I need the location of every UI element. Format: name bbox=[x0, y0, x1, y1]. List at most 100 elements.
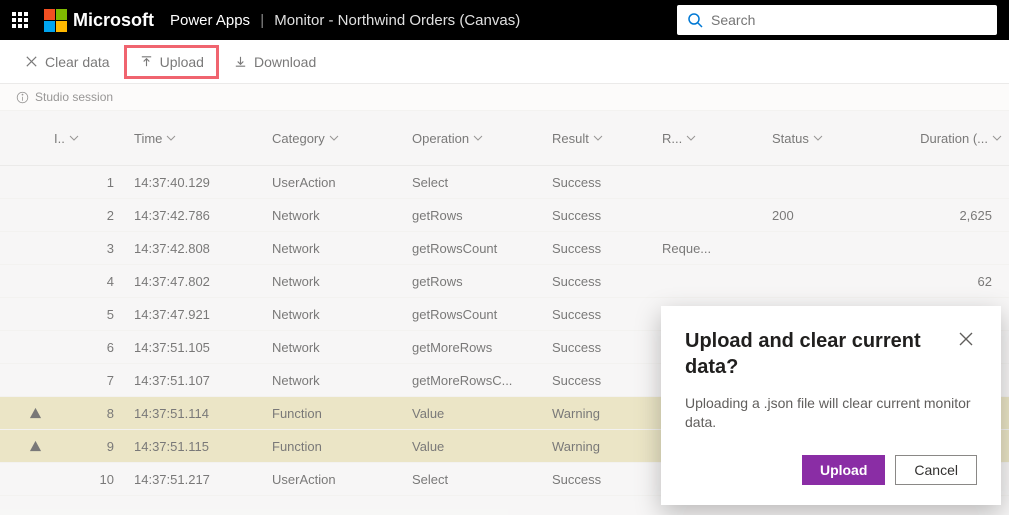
chevron-down-icon bbox=[166, 133, 176, 143]
chevron-down-icon bbox=[813, 133, 823, 143]
col-status[interactable]: Status bbox=[772, 131, 872, 146]
cell-id: 3 bbox=[54, 241, 134, 256]
chevron-down-icon bbox=[473, 133, 483, 143]
cell-result: Success bbox=[552, 472, 662, 487]
cell-category: Network bbox=[272, 208, 412, 223]
session-label: Studio session bbox=[35, 90, 113, 104]
cell-time: 14:37:51.107 bbox=[134, 373, 272, 388]
cell-id: 9 bbox=[54, 439, 134, 454]
cell-duration: 62 bbox=[872, 274, 1002, 289]
warning-icon bbox=[29, 407, 42, 420]
cell-category: Function bbox=[272, 439, 412, 454]
cell-result: Success bbox=[552, 274, 662, 289]
breadcrumb-app[interactable]: Power Apps bbox=[170, 12, 250, 29]
cell-status: 200 bbox=[772, 208, 872, 223]
session-bar: Studio session bbox=[0, 84, 1009, 111]
cell-operation: getRows bbox=[412, 274, 552, 289]
cell-id: 7 bbox=[54, 373, 134, 388]
clear-data-button[interactable]: Clear data bbox=[16, 50, 118, 74]
chevron-down-icon bbox=[593, 133, 603, 143]
download-label: Download bbox=[254, 54, 316, 70]
cell-result: Success bbox=[552, 307, 662, 322]
chevron-down-icon bbox=[69, 133, 79, 143]
col-duration[interactable]: Duration (... bbox=[872, 131, 1002, 146]
breadcrumb-page: Monitor - Northwind Orders (Canvas) bbox=[274, 12, 520, 29]
breadcrumb: Power Apps | Monitor - Northwind Orders … bbox=[170, 12, 520, 29]
cell-operation: getRows bbox=[412, 208, 552, 223]
cell-category: Network bbox=[272, 373, 412, 388]
dialog-close-button[interactable] bbox=[955, 328, 977, 353]
close-icon bbox=[24, 54, 39, 69]
col-time[interactable]: Time bbox=[134, 131, 272, 146]
cell-operation: getMoreRowsC... bbox=[412, 373, 552, 388]
col-id[interactable]: I.. bbox=[54, 131, 134, 146]
download-button[interactable]: Download bbox=[225, 50, 324, 74]
cell-time: 14:37:51.217 bbox=[134, 472, 272, 487]
cell-time: 14:37:47.802 bbox=[134, 274, 272, 289]
cell-time: 14:37:40.129 bbox=[134, 175, 272, 190]
table-row[interactable]: 414:37:47.802NetworkgetRowsSuccess 62 bbox=[0, 265, 1009, 298]
dialog-upload-button[interactable]: Upload bbox=[802, 455, 885, 485]
cell-result: Warning bbox=[552, 439, 662, 454]
chevron-down-icon bbox=[329, 133, 339, 143]
col-r[interactable]: R... bbox=[662, 131, 772, 146]
cell-category: Network bbox=[272, 241, 412, 256]
cell-operation: Select bbox=[412, 472, 552, 487]
brand-text: Microsoft bbox=[73, 10, 154, 31]
cell-operation: getRowsCount bbox=[412, 307, 552, 322]
search-icon bbox=[687, 12, 703, 28]
upload-icon bbox=[139, 54, 154, 69]
col-operation[interactable]: Operation bbox=[412, 131, 552, 146]
cell-category: Function bbox=[272, 406, 412, 421]
col-category[interactable]: Category bbox=[272, 131, 412, 146]
cell-id: 2 bbox=[54, 208, 134, 223]
cell-result: Success bbox=[552, 373, 662, 388]
upload-label: Upload bbox=[160, 54, 204, 70]
table-row[interactable]: 114:37:40.129UserActionSelectSuccess bbox=[0, 166, 1009, 199]
cell-time: 14:37:51.105 bbox=[134, 340, 272, 355]
dialog-cancel-button[interactable]: Cancel bbox=[895, 455, 977, 485]
cell-id: 5 bbox=[54, 307, 134, 322]
chevron-down-icon bbox=[992, 133, 1002, 143]
cell-category: UserAction bbox=[272, 175, 412, 190]
info-icon bbox=[16, 91, 29, 104]
cell-result: Success bbox=[552, 241, 662, 256]
close-icon bbox=[959, 332, 973, 346]
cell-result: Success bbox=[552, 340, 662, 355]
chevron-down-icon bbox=[686, 133, 696, 143]
cell-operation: Value bbox=[412, 439, 552, 454]
upload-highlight: Upload bbox=[124, 45, 219, 79]
cell-result: Success bbox=[552, 208, 662, 223]
cell-category: Network bbox=[272, 274, 412, 289]
cell-id: 4 bbox=[54, 274, 134, 289]
cell-result: Warning bbox=[552, 406, 662, 421]
cell-id: 6 bbox=[54, 340, 134, 355]
table-row[interactable]: 214:37:42.786NetworkgetRowsSuccess2002,6… bbox=[0, 199, 1009, 232]
cell-result: Success bbox=[552, 175, 662, 190]
search-input[interactable] bbox=[711, 12, 987, 28]
cell-operation: Value bbox=[412, 406, 552, 421]
cell-category: Network bbox=[272, 307, 412, 322]
search-box[interactable] bbox=[677, 5, 997, 35]
download-icon bbox=[233, 54, 248, 69]
col-result[interactable]: Result bbox=[552, 131, 662, 146]
clear-data-label: Clear data bbox=[45, 54, 110, 70]
cell-category: Network bbox=[272, 340, 412, 355]
upload-button[interactable]: Upload bbox=[131, 50, 212, 74]
top-bar: Microsoft Power Apps | Monitor - Northwi… bbox=[0, 0, 1009, 40]
table-header: I.. Time Category Operation Result R... … bbox=[0, 111, 1009, 166]
cell-id: 8 bbox=[54, 406, 134, 421]
cell-time: 14:37:47.921 bbox=[134, 307, 272, 322]
table-row[interactable]: 314:37:42.808NetworkgetRowsCountSuccessR… bbox=[0, 232, 1009, 265]
upload-dialog: Upload and clear current data? Uploading… bbox=[661, 306, 1001, 505]
microsoft-logo: Microsoft bbox=[44, 9, 154, 32]
dialog-body: Uploading a .json file will clear curren… bbox=[685, 394, 977, 433]
cell-time: 14:37:51.114 bbox=[134, 406, 272, 421]
cell-r: Reque... bbox=[662, 241, 772, 256]
cell-category: UserAction bbox=[272, 472, 412, 487]
cell-id: 1 bbox=[54, 175, 134, 190]
dialog-title: Upload and clear current data? bbox=[685, 328, 955, 380]
app-launcher-icon[interactable] bbox=[12, 12, 28, 28]
cell-time: 14:37:51.115 bbox=[134, 439, 272, 454]
cell-duration: 2,625 bbox=[872, 208, 1002, 223]
